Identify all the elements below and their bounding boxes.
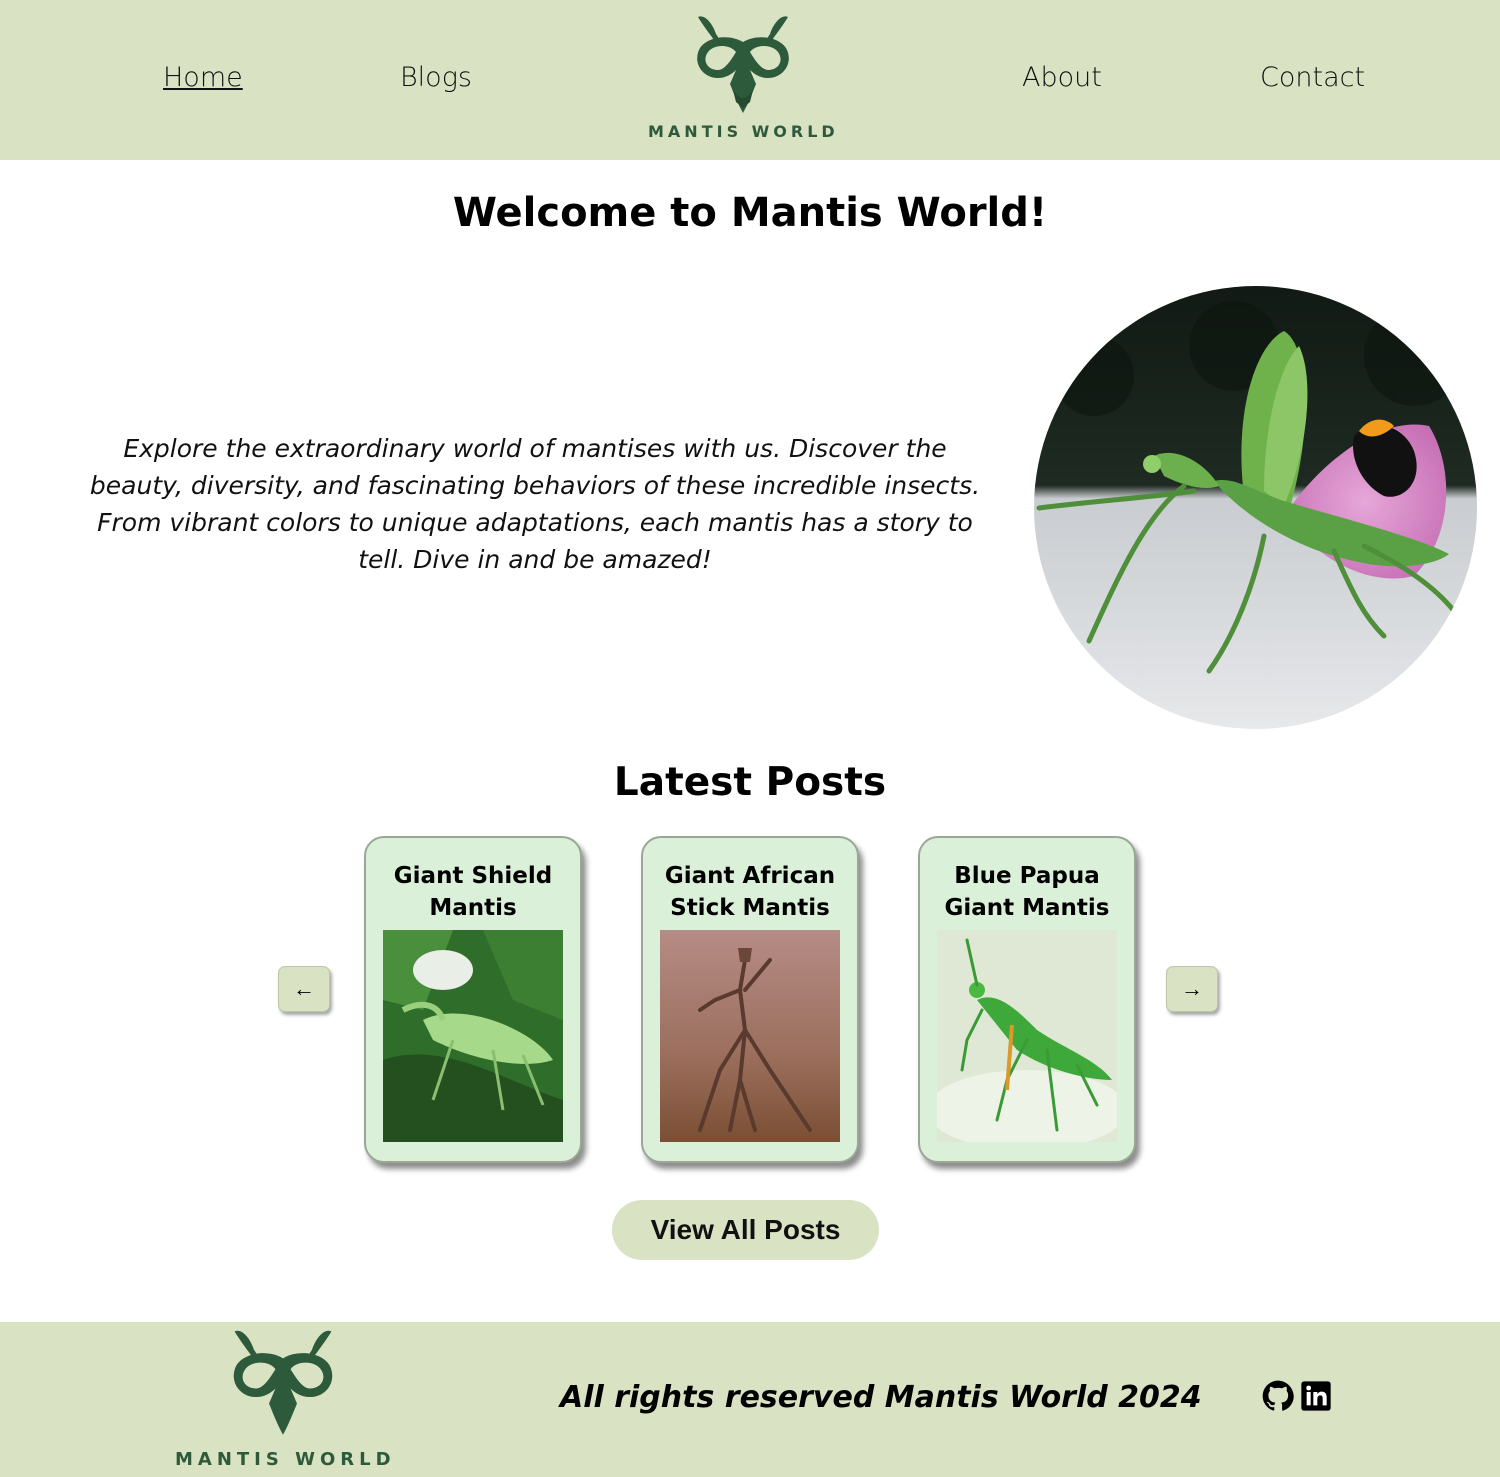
post-card-image — [660, 930, 840, 1142]
github-icon[interactable] — [1262, 1380, 1294, 1412]
nav-contact-link[interactable]: Contact — [1260, 62, 1365, 93]
nav-home-link[interactable]: Home — [163, 62, 243, 93]
intro-text: Explore the extraordinary world of manti… — [89, 434, 981, 574]
carousel-next-button[interactable]: → — [1166, 966, 1218, 1012]
post-card-title: Blue Papua Giant Mantis — [944, 863, 1110, 921]
site-header: Home Blogs MANTIS WORLD About Contact — [0, 0, 1500, 160]
post-card[interactable]: Giant Shield Mantis — [364, 836, 582, 1163]
mantis-logo-icon — [233, 1330, 333, 1435]
hero-mantis-image — [1034, 286, 1477, 729]
post-card[interactable]: Blue Papua Giant Mantis — [918, 836, 1136, 1163]
nav-about-link[interactable]: About — [1022, 62, 1102, 93]
mantis-logo-icon[interactable] — [690, 12, 796, 116]
page-title: Welcome to Mantis World! — [452, 190, 1048, 236]
post-card[interactable]: Giant African Stick Mantis — [641, 836, 859, 1163]
copyright-text: All rights reserved Mantis World 2024 — [560, 1380, 1202, 1415]
linkedin-icon[interactable] — [1300, 1380, 1332, 1412]
post-card-title: Giant African Stick Mantis — [664, 863, 836, 921]
carousel-prev-button[interactable]: ← — [278, 966, 330, 1012]
footer-brand-name: MANTIS WORLD — [175, 1449, 396, 1470]
post-card-title: Giant Shield Mantis — [393, 863, 553, 921]
nav-blogs-link[interactable]: Blogs — [400, 62, 472, 93]
post-card-image — [937, 930, 1117, 1142]
brand-name: MANTIS WORLD — [648, 122, 839, 141]
post-card-image — [383, 930, 563, 1142]
latest-posts-title: Latest Posts — [613, 760, 887, 805]
view-all-posts-button[interactable]: View All Posts — [612, 1200, 879, 1260]
